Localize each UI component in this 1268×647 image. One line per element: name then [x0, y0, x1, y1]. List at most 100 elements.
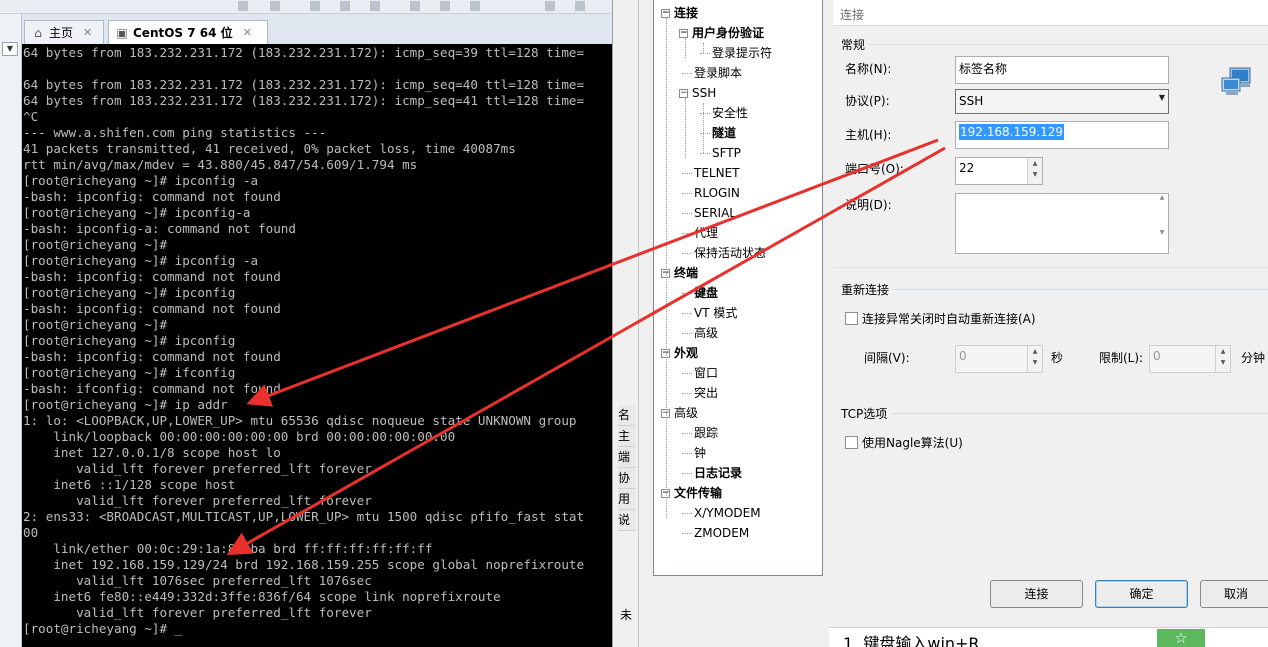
tree-item[interactable]: 隧道: [700, 123, 737, 143]
scrollbar[interactable]: ▲ ▼: [1156, 194, 1168, 253]
terminal-line: [root@richeyang ~]#: [23, 237, 168, 252]
checkbox-box[interactable]: [845, 312, 858, 325]
tree-connector: [682, 293, 692, 294]
network-icon: [1221, 67, 1251, 95]
toolbar-button-icon[interactable]: [575, 1, 585, 11]
tree-item[interactable]: SFTP: [700, 143, 741, 163]
tab-centos-label: CentOS 7 64 位: [133, 26, 233, 40]
tree-connector: [703, 103, 704, 153]
tab-home[interactable]: ⌂ 主页 ✕: [24, 20, 104, 44]
tree-item[interactable]: 跟踪: [682, 423, 719, 443]
host-value: 192.168.159.129: [959, 124, 1065, 140]
limit-label: 限制(L):: [1099, 351, 1144, 365]
terminal-line: rtt min/avg/max/mdev = 43.880/45.847/54.…: [23, 157, 418, 172]
vmware-window: ▼ ⌂ 主页 ✕ ▣ CentOS 7 64 位 ✕ 64 bytes from…: [0, 0, 612, 647]
tree-item-label: 跟踪: [694, 426, 719, 440]
tree-item-label: SSH: [692, 86, 717, 100]
toolbar-button-icon[interactable]: [310, 1, 320, 11]
toolbar-button-icon[interactable]: [410, 1, 420, 11]
tree-item[interactable]: 键盘: [682, 283, 719, 303]
tree-connector: [700, 53, 710, 54]
terminal-line: link/ether 00:0c:29:1a:8c:ba brd ff:ff:f…: [23, 541, 433, 556]
tree-item-label: SFTP: [712, 146, 741, 160]
cancel-button[interactable]: 取消: [1200, 580, 1268, 608]
terminal-line: inet 192.168.159.129/24 brd 192.168.159.…: [23, 557, 585, 572]
star-icon[interactable]: ☆: [1157, 629, 1205, 647]
tree-item[interactable]: 日志记录: [682, 463, 742, 483]
terminal-line: inet6 fe80::e449:332d:3ffe:836f/64 scope…: [23, 589, 501, 604]
tree-item[interactable]: 窗口: [682, 363, 719, 383]
terminal-line: --- www.a.shifen.com ping statistics ---: [23, 125, 327, 140]
auto-reconnect-checkbox[interactable]: 连接异常关闭时自动重新连接(A): [845, 310, 1036, 327]
group-divider: [894, 289, 1268, 290]
ok-button[interactable]: 确定: [1095, 580, 1188, 608]
toolbar-button-icon[interactable]: [340, 1, 350, 11]
tree-connector: [682, 73, 692, 74]
stepper-arrows-icon[interactable]: ▲ ▼: [1027, 158, 1042, 184]
protocol-select[interactable]: SSH ▼: [955, 89, 1169, 114]
tree-connector: [682, 333, 692, 334]
toolbar-button-icon[interactable]: [440, 1, 450, 11]
tree-item-label: 键盘: [694, 286, 719, 300]
tree-item[interactable]: RLOGIN: [682, 183, 740, 203]
nagle-checkbox[interactable]: 使用Nagle算法(U): [845, 434, 963, 451]
terminal-line: [root@richeyang ~]# ipconfig: [23, 333, 236, 348]
description-textarea[interactable]: ▲ ▼: [955, 193, 1169, 254]
collapse-icon[interactable]: −: [679, 29, 688, 38]
tree-item[interactable]: X/YMODEM: [682, 503, 761, 523]
terminal-console[interactable]: 64 bytes from 183.232.231.172 (183.232.2…: [22, 44, 612, 647]
tab-home-label: 主页: [49, 26, 74, 40]
vm-icon: ▣: [116, 25, 128, 40]
interval-stepper[interactable]: 0 ▲ ▼: [955, 345, 1043, 373]
tree-connector: [682, 193, 692, 194]
tree-item[interactable]: 保持活动状态: [682, 243, 766, 263]
tree-item[interactable]: VT 模式: [682, 303, 737, 323]
toolbar-button-icon[interactable]: [238, 1, 248, 11]
host-label: 主机(H):: [845, 128, 892, 142]
tree-item[interactable]: − 文件传输: [661, 483, 722, 503]
tree-connector: [685, 98, 686, 158]
port-stepper[interactable]: 22 ▲ ▼: [955, 157, 1043, 185]
tree-item-label: 隧道: [712, 126, 737, 140]
tree-item[interactable]: 高级: [682, 323, 718, 343]
tree-item[interactable]: TELNET: [682, 163, 740, 183]
toolbar-button-icon[interactable]: [270, 1, 280, 11]
home-icon: ⌂: [34, 25, 42, 40]
tree-item[interactable]: 安全性: [700, 103, 748, 123]
close-icon[interactable]: ✕: [83, 26, 92, 39]
connect-button[interactable]: 连接: [990, 580, 1083, 608]
behind-label: 协: [618, 468, 636, 489]
library-dropdown-icon[interactable]: ▼: [2, 42, 18, 56]
tree-item-label: 突出: [694, 386, 719, 400]
checkbox-box[interactable]: [845, 436, 858, 449]
tree-item-label: 窗口: [694, 366, 719, 380]
tree-item[interactable]: ZMODEM: [682, 523, 749, 543]
terminal-line: -bash: ifconfig: command not found: [23, 381, 281, 396]
tree-connector: [682, 173, 692, 174]
tree-item-label: 代理: [694, 226, 719, 240]
tree-item-label: 钟: [694, 446, 707, 460]
name-input[interactable]: 标签名称: [955, 56, 1169, 84]
toolbar-button-icon[interactable]: [545, 1, 555, 11]
stepper-arrows-icon[interactable]: ▲ ▼: [1215, 346, 1230, 372]
tree-connector: [682, 513, 692, 514]
tree-item[interactable]: 钟: [682, 443, 707, 463]
background-page-text: 1. 键盘输入win+R: [843, 634, 980, 647]
collapse-icon[interactable]: −: [679, 89, 688, 98]
stepper-arrows-icon[interactable]: ▲ ▼: [1027, 346, 1042, 372]
toolbar-button-icon[interactable]: [470, 1, 480, 11]
tree-item[interactable]: 登录脚本: [682, 63, 742, 83]
toolbar-button-icon[interactable]: [370, 1, 380, 11]
tab-centos[interactable]: ▣ CentOS 7 64 位 ✕: [108, 20, 268, 44]
tree-item[interactable]: 代理: [682, 223, 719, 243]
host-input[interactable]: 192.168.159.129: [955, 121, 1169, 149]
section-divider: [833, 267, 1268, 268]
limit-stepper[interactable]: 0 ▲ ▼: [1149, 345, 1231, 373]
tree-item[interactable]: − 用户身份验证: [679, 23, 764, 43]
tree-item[interactable]: 突出: [682, 383, 719, 403]
tree-item[interactable]: 登录提示符: [700, 43, 772, 63]
tree-connector: [682, 313, 692, 314]
collapse-icon[interactable]: −: [661, 9, 670, 18]
tree-item[interactable]: SERIAL: [682, 203, 736, 223]
close-icon[interactable]: ✕: [243, 26, 252, 39]
